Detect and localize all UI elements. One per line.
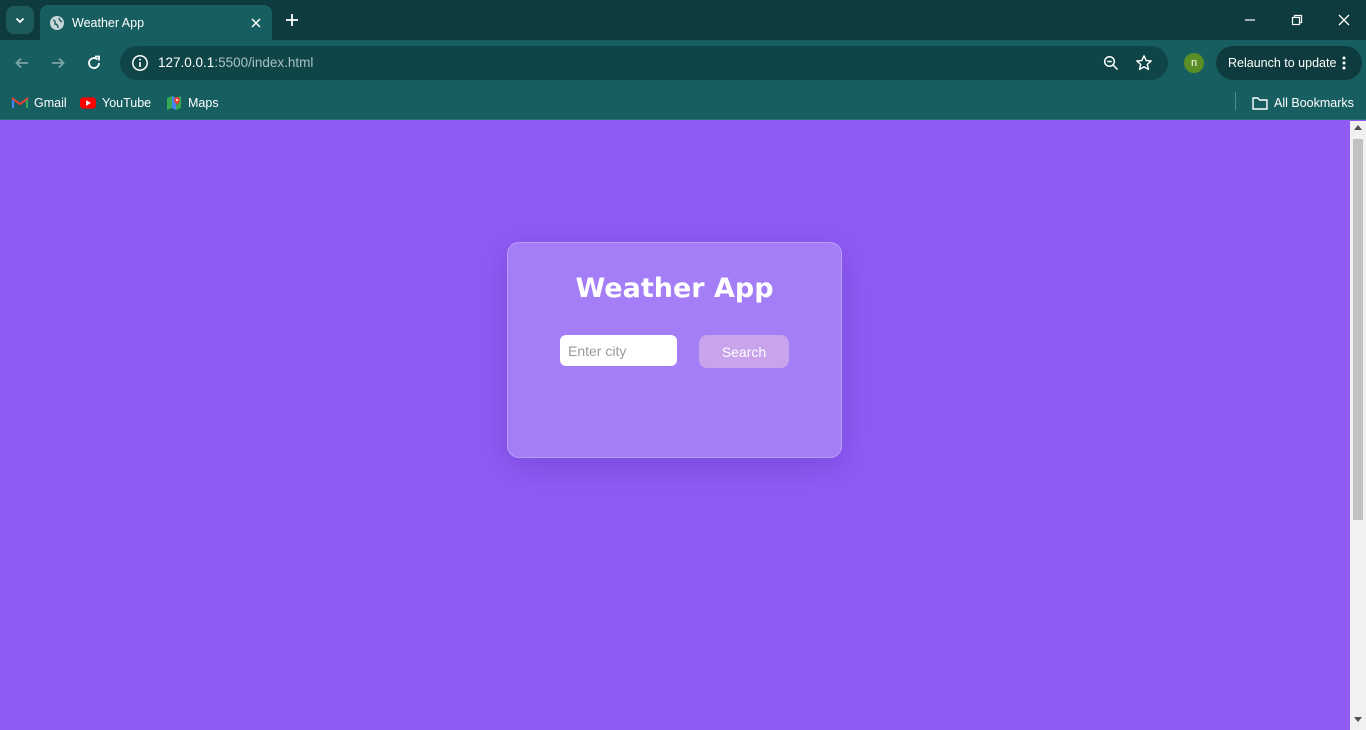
bookmark-star-icon[interactable] <box>1133 52 1155 74</box>
search-button[interactable]: Search <box>699 335 789 368</box>
page-viewport: Weather App Search <box>0 121 1350 730</box>
globe-icon <box>49 15 65 31</box>
more-menu-icon[interactable] <box>1336 55 1352 71</box>
back-button[interactable] <box>8 49 36 77</box>
browser-toolbar: 127.0.0.1:5500/index.html n Relaunch to … <box>0 40 1366 86</box>
maps-icon <box>166 95 182 111</box>
minimize-icon <box>1245 19 1255 21</box>
bookmark-label: Maps <box>188 96 219 110</box>
close-icon <box>1338 14 1350 26</box>
bookmark-youtube[interactable]: YouTube <box>80 93 151 113</box>
close-tab-icon[interactable] <box>246 13 266 33</box>
url-host: 127.0.0.1 <box>158 55 215 70</box>
bookmarks-divider <box>1235 92 1236 110</box>
address-bar[interactable]: 127.0.0.1:5500/index.html <box>120 46 1168 80</box>
plus-icon <box>286 14 298 26</box>
city-input[interactable] <box>560 335 677 366</box>
relaunch-button[interactable]: Relaunch to update <box>1216 46 1362 80</box>
restore-icon <box>1291 14 1303 26</box>
arrow-left-icon <box>15 57 28 69</box>
forward-button[interactable] <box>44 49 72 77</box>
tab-search-button[interactable] <box>6 6 34 34</box>
site-info-icon[interactable] <box>128 51 152 75</box>
close-window-button[interactable] <box>1332 8 1356 32</box>
chevron-down-icon <box>15 17 25 24</box>
tab-weather-app[interactable]: Weather App <box>40 5 272 40</box>
folder-icon <box>1252 95 1268 111</box>
youtube-icon <box>80 95 96 111</box>
restore-button[interactable] <box>1285 8 1309 32</box>
tab-strip: Weather App <box>0 0 1366 40</box>
bookmark-gmail[interactable]: Gmail <box>12 93 67 113</box>
all-bookmarks-label: All Bookmarks <box>1274 96 1354 110</box>
profile-avatar[interactable]: n <box>1184 53 1204 73</box>
bookmark-maps[interactable]: Maps <box>166 93 219 113</box>
url-path: :5500/index.html <box>214 55 314 70</box>
tab-title: Weather App <box>72 15 145 30</box>
weather-card: Weather App Search <box>507 242 842 458</box>
all-bookmarks-button[interactable]: All Bookmarks <box>1252 93 1354 113</box>
bookmark-label: Gmail <box>34 96 67 110</box>
url-text: 127.0.0.1:5500/index.html <box>158 55 313 70</box>
zoom-icon[interactable] <box>1100 52 1122 74</box>
arrow-right-icon <box>52 57 65 69</box>
relaunch-label: Relaunch to update <box>1228 56 1337 70</box>
new-tab-button[interactable] <box>280 8 304 32</box>
reload-icon <box>88 55 100 69</box>
minimize-button[interactable] <box>1238 8 1262 32</box>
scrollbar-thumb[interactable] <box>1353 139 1363 520</box>
gmail-icon <box>12 95 28 111</box>
reload-button[interactable] <box>80 49 108 77</box>
vertical-scrollbar[interactable] <box>1350 121 1366 730</box>
bookmark-label: YouTube <box>102 96 152 110</box>
bookmarks-bar: Gmail YouTube Maps All Bookmarks <box>0 86 1366 120</box>
page-title: Weather App <box>575 273 774 304</box>
scroll-up-arrow-icon[interactable] <box>1354 125 1362 130</box>
scroll-down-arrow-icon[interactable] <box>1354 717 1362 722</box>
